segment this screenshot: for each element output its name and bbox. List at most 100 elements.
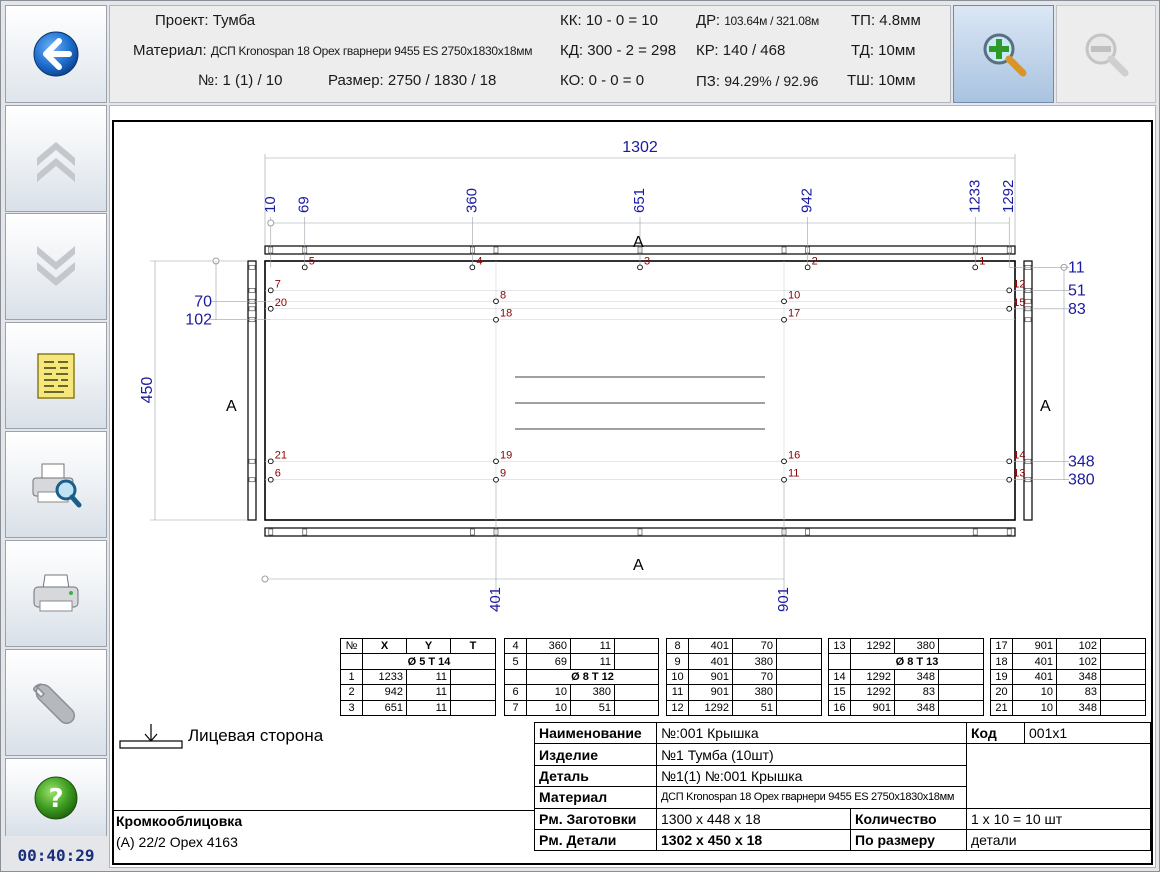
hole-x: 69 [526, 653, 571, 670]
hole-y: 102 [1056, 637, 1101, 655]
hole-x: 10 [526, 684, 571, 701]
edge-banding-label: Кромкооблицовка [116, 813, 243, 829]
hole-number-label: 15 [1013, 297, 1025, 309]
zoom-out-icon [1085, 33, 1129, 77]
print-preview-button[interactable] [5, 431, 107, 538]
hole-row: 7 10 51 [504, 699, 659, 716]
hole-row: 4 360 11 [504, 637, 659, 655]
dr-info: ДР: 103.64м / 321.08м [696, 12, 819, 29]
hole-y: 51 [732, 699, 777, 716]
dimension-lines [150, 154, 1069, 612]
hole-row: 16 901 348 [828, 699, 984, 716]
hole-marker [972, 264, 979, 271]
hole-t [450, 684, 496, 701]
holes-table-4: 13 1292 380 Ø 8 T 13 14 1292 348 15 1292 83 16 901 3… [828, 637, 984, 716]
report-icon [37, 352, 75, 399]
top-dim-label: 1292 [1000, 180, 1017, 213]
hole-group-spec: Ø 5 T 14 [362, 653, 496, 670]
hole-y: 348 [894, 668, 939, 686]
strip-marker [248, 458, 256, 464]
hole-number-label: 3 [644, 255, 650, 267]
scroll-down-icon [37, 245, 75, 286]
hole-row: 15 1292 83 [828, 684, 984, 701]
back-button[interactable] [5, 5, 107, 103]
hole-t [1100, 684, 1146, 701]
hole-number-label: 4 [476, 255, 482, 267]
strip-marker [470, 528, 475, 536]
hole-no: 11 [666, 684, 689, 701]
hole-t [938, 668, 984, 686]
scroll-down-button[interactable] [5, 213, 107, 320]
hole-row: 9 401 380 [666, 653, 822, 670]
top-dim-label: 651 [631, 188, 648, 213]
strip-marker [972, 528, 978, 536]
zoom-in-button[interactable] [953, 5, 1054, 103]
hole-row: 12 1292 51 [666, 699, 822, 716]
scroll-up-icon [37, 141, 75, 182]
part-size-label: Рм. Детали [534, 828, 657, 852]
sheet-number-info: №: 1 (1) / 10 [198, 72, 283, 89]
hole-x: 651 [362, 699, 407, 716]
hole-number-label: 18 [500, 308, 512, 320]
hole-marker [1006, 305, 1013, 312]
hole-x: 1292 [850, 668, 895, 686]
hole-y: 11 [406, 699, 451, 716]
hole-marker [781, 316, 787, 323]
report-button[interactable] [5, 322, 107, 429]
hole-marker [637, 264, 643, 271]
hole-y: 348 [1056, 699, 1101, 716]
zoom-out-button[interactable] [1056, 5, 1156, 103]
hole-x: 10 [1012, 699, 1057, 716]
svg-text:?: ? [48, 784, 63, 814]
help-button[interactable]: ? [5, 758, 107, 836]
pz-info: ПЗ: 94.29% / 92.96 [696, 73, 819, 90]
bottom-dim-label: 401 [487, 587, 504, 612]
help-icon: ? [34, 776, 78, 819]
hole-marker [267, 458, 274, 465]
strip-marker [1024, 298, 1032, 304]
drawing-canvas-frame: 10 69 360 651 942 1233 1292 1302 401 901 450 70 102 1… [109, 105, 1156, 868]
hole-number-label: 10 [788, 289, 800, 301]
holes-table-1: № X Y T Ø 5 T 14 1 1233 11 2 942 11 3 651 11 [340, 637, 496, 716]
hole-t [450, 699, 496, 716]
edge-label-left: A [226, 398, 237, 415]
hole-no: 1 [340, 668, 363, 686]
hole-number-label: 1 [979, 255, 985, 267]
hole-no: 18 [990, 653, 1013, 670]
strip-marker [781, 246, 787, 254]
strip-marker [805, 528, 810, 536]
hole-x: 1292 [850, 684, 895, 701]
print-button[interactable] [5, 540, 107, 647]
hole-row: 20 10 83 [990, 684, 1146, 701]
right-dim-label: 51 [1068, 282, 1086, 299]
hole-no: 2 [340, 684, 363, 701]
by-size-value: детали [966, 828, 1151, 852]
hole-row: 11 901 380 [666, 684, 822, 701]
strip-marker [637, 528, 643, 536]
print-preview-icon [32, 463, 82, 507]
hole-number-label: 6 [275, 468, 281, 480]
scroll-up-button[interactable] [5, 105, 107, 212]
dim-origin [267, 219, 275, 227]
material-value: ДСП Kronospan 18 Орех гварнери 9455 ES 2… [656, 786, 967, 809]
hole-no: 12 [666, 699, 689, 716]
settings-button[interactable] [5, 649, 107, 756]
hole-t [450, 668, 496, 686]
hole-t [614, 653, 659, 670]
hole-no: 20 [990, 684, 1013, 701]
hole-group-spec: Ø 8 T 12 [526, 668, 659, 686]
kd-info: КД: 300 - 2 = 298 [560, 42, 677, 59]
part-drawing-sheet[interactable]: 10 69 360 651 942 1233 1292 1302 401 901 450 70 102 1… [112, 120, 1153, 865]
hole-x: 901 [688, 684, 733, 701]
hole-row: 21 10 348 [990, 699, 1146, 716]
hole-marker [301, 264, 308, 271]
hole-t [614, 699, 659, 716]
top-dim-label: 69 [296, 196, 313, 213]
total-width-label: 1302 [622, 139, 658, 156]
hole-marker [781, 476, 787, 483]
hole-number-label: 7 [275, 278, 281, 290]
hole-no: 19 [990, 668, 1013, 686]
code-value: 001x1 [1024, 721, 1151, 745]
hole-marker [781, 458, 787, 465]
hole-t [776, 684, 822, 701]
